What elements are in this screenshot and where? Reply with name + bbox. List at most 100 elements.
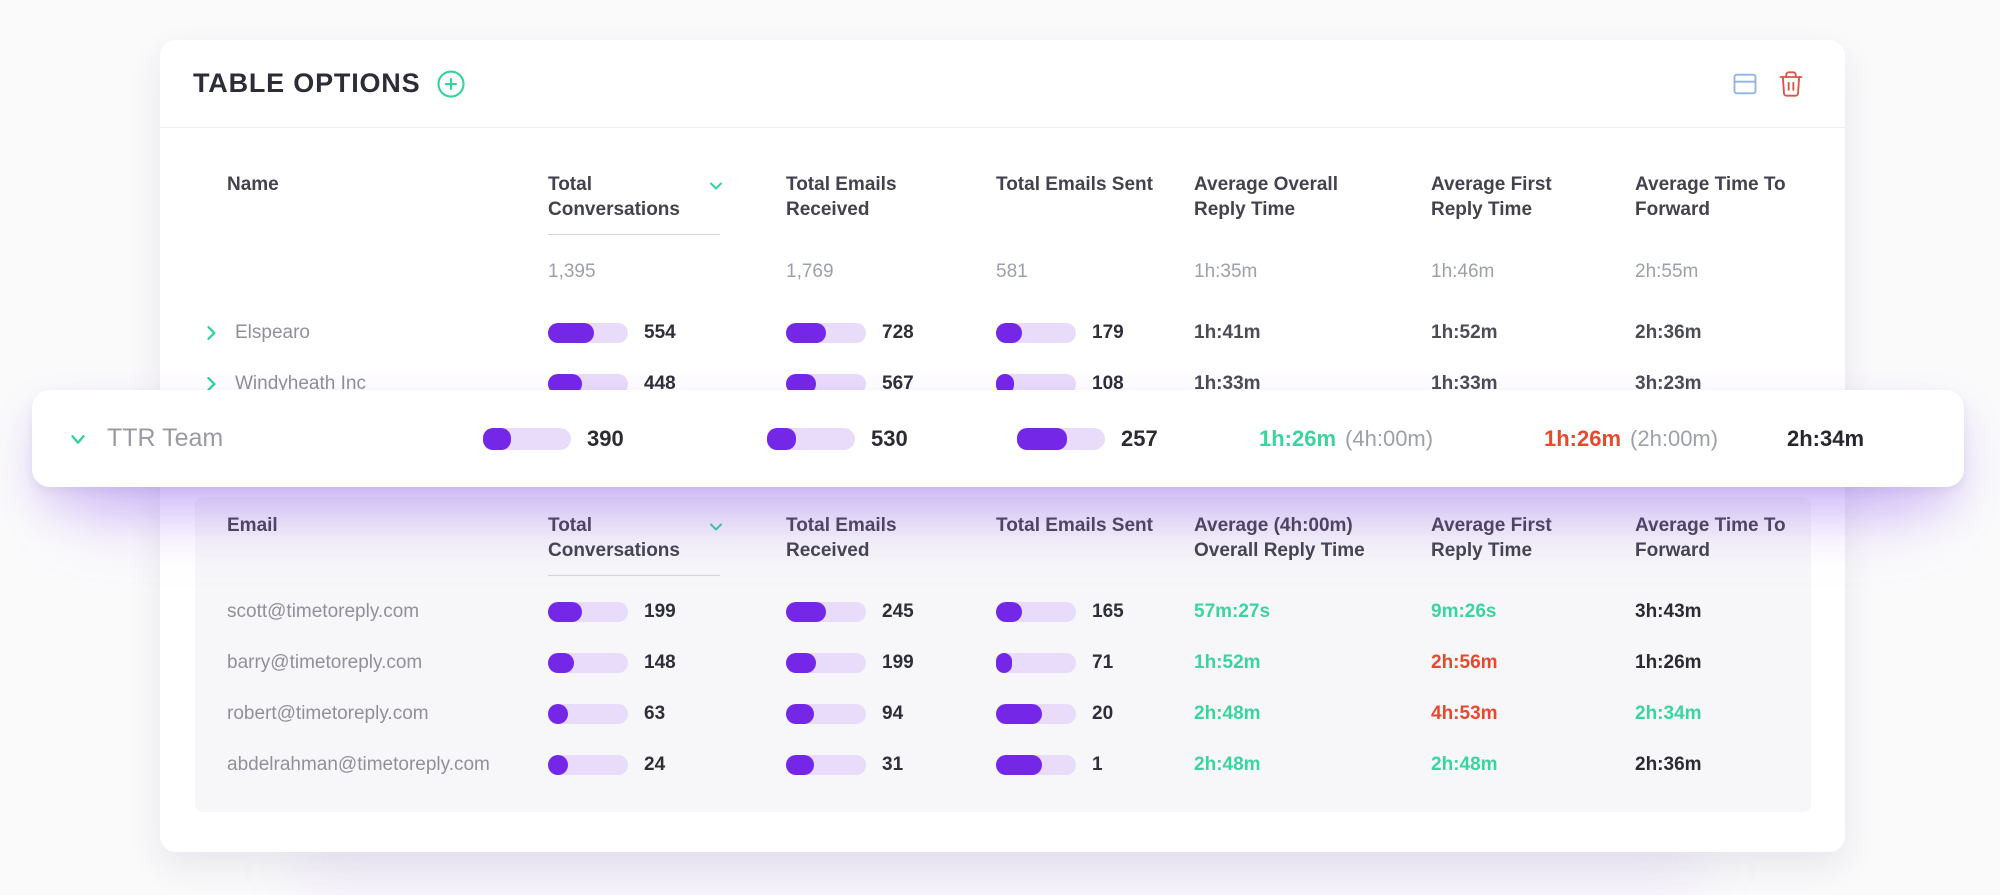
entity-name-cell: Elspearo xyxy=(200,322,548,344)
received-bar xyxy=(767,428,855,450)
summary-avg-first: 1h:46m xyxy=(1431,261,1635,283)
forward-value: 2h:34m xyxy=(1635,703,1811,725)
received-cell: 245 xyxy=(786,601,996,623)
avg-overall-value: 1h:52m xyxy=(1194,652,1431,674)
received-value: 94 xyxy=(882,703,903,725)
avg-first-value: 2h:48m xyxy=(1431,754,1635,776)
received-value: 530 xyxy=(871,426,908,452)
avg-overall-cell: 1h:26m(4h:00m) xyxy=(1259,426,1544,452)
sent-bar xyxy=(996,755,1076,775)
conversations-bar xyxy=(548,704,628,724)
bar-fill xyxy=(548,602,582,622)
sent-cell: 1 xyxy=(996,754,1194,776)
bar-fill xyxy=(786,755,814,775)
team-name: TTR Team xyxy=(107,424,223,453)
conversations-value: 554 xyxy=(644,322,676,344)
sent-cell: 71 xyxy=(996,652,1194,674)
summary-avg-overall: 1h:35m xyxy=(1194,261,1431,283)
bar-fill xyxy=(996,602,1022,622)
collapse-row-button[interactable] xyxy=(67,428,89,450)
main-table: Name Total Conversations Total Emails Re… xyxy=(160,172,1845,409)
sort-conversations[interactable]: Total Conversations xyxy=(548,513,720,576)
conversations-value: 24 xyxy=(644,754,665,776)
avg-first-cell: 1h:26m(2h:00m) xyxy=(1544,426,1787,452)
header-actions xyxy=(1731,70,1805,98)
sub-table-row: barry@timetoreply.com 148 199 71 1h:52m xyxy=(200,637,1811,688)
conversations-bar xyxy=(548,755,628,775)
sent-bar xyxy=(1017,428,1105,450)
conversations-value: 148 xyxy=(644,652,676,674)
col-head-received: Total Emails Received xyxy=(786,172,958,222)
received-cell: 199 xyxy=(786,652,996,674)
sub-table-rows: scott@timetoreply.com 199 245 165 57m:27… xyxy=(200,586,1811,790)
add-table-option-button[interactable] xyxy=(436,69,466,99)
conversations-cell: 199 xyxy=(548,601,786,623)
col-head-avg-overall: Average (4h:00m) Overall Reply Time xyxy=(1194,513,1372,563)
col-head-email: Email xyxy=(200,513,372,538)
col-head-forward: Average Time To Forward xyxy=(1635,172,1807,222)
col-head-avg-overall: Average Overall Reply Time xyxy=(1194,172,1366,222)
bar-fill xyxy=(548,323,594,343)
avg-first-value: 9m:26s xyxy=(1431,601,1635,623)
summary-received: 1,769 xyxy=(786,261,996,283)
sort-conversations[interactable]: Total Conversations xyxy=(548,172,720,235)
chevron-down-icon xyxy=(706,517,726,537)
main-table-header: Name Total Conversations Total Emails Re… xyxy=(200,172,1810,283)
title-row: TABLE OPTIONS xyxy=(193,68,466,99)
expand-row-button[interactable] xyxy=(200,322,222,344)
summary-sent: 581 xyxy=(996,261,1194,283)
card-header: TABLE OPTIONS xyxy=(160,40,1845,128)
page: TABLE OPTIONS Name Total C xyxy=(0,0,2000,895)
page-title: TABLE OPTIONS xyxy=(193,68,420,99)
avg-overall-value: 2h:48m xyxy=(1194,703,1431,725)
col-head-forward: Average Time To Forward xyxy=(1635,513,1807,563)
chevron-down-icon xyxy=(706,176,726,196)
bar-fill xyxy=(767,428,796,450)
col-head-conversations: Total Conversations xyxy=(548,513,720,576)
received-bar xyxy=(786,704,866,724)
sent-value: 165 xyxy=(1092,601,1124,623)
email-label: robert@timetoreply.com xyxy=(200,703,548,725)
received-value: 31 xyxy=(882,754,903,776)
delete-table-button[interactable] xyxy=(1777,70,1805,98)
sent-bar xyxy=(996,323,1076,343)
col-head-avg-first: Average First Reply Time xyxy=(1431,172,1603,222)
sent-value: 179 xyxy=(1092,322,1124,344)
forward-value: 2h:36m xyxy=(1635,322,1810,344)
bar-fill xyxy=(786,323,826,343)
avg-overall-value: 1h:26m xyxy=(1259,426,1336,451)
avg-first-target: (2h:00m) xyxy=(1630,426,1718,451)
conversations-cell: 24 xyxy=(548,754,786,776)
conversations-value: 199 xyxy=(644,601,676,623)
bar-fill xyxy=(996,323,1022,343)
forward-value: 2h:36m xyxy=(1635,754,1811,776)
forward-value: 1h:26m xyxy=(1635,652,1811,674)
avg-overall-value: 57m:27s xyxy=(1194,601,1431,623)
sub-table-row: scott@timetoreply.com 199 245 165 57m:27… xyxy=(200,586,1811,637)
sub-table-header: Email Total Conversations Total Emails R… xyxy=(200,513,1811,576)
received-value: 728 xyxy=(882,322,914,344)
sent-value: 71 xyxy=(1092,652,1113,674)
received-bar xyxy=(786,323,866,343)
conversations-bar xyxy=(548,323,628,343)
chevron-right-icon xyxy=(201,323,221,343)
sent-bar xyxy=(996,653,1076,673)
received-bar xyxy=(786,602,866,622)
forward-value: 2h:34m xyxy=(1787,426,1924,452)
col-head-received: Total Emails Received xyxy=(786,513,958,563)
sent-cell: 20 xyxy=(996,703,1194,725)
summary-conversations: 1,395 xyxy=(548,261,786,283)
table-layout-button[interactable] xyxy=(1731,70,1759,98)
col-head-sent: Total Emails Sent xyxy=(996,513,1168,538)
bar-fill xyxy=(996,704,1042,724)
entity-name: Elspearo xyxy=(235,322,310,344)
summary-forward: 2h:55m xyxy=(1635,261,1810,283)
chevron-down-icon xyxy=(67,427,89,451)
bar-fill xyxy=(786,704,814,724)
table-row: Elspearo 554 728 179 1h:41m xyxy=(200,307,1810,358)
forward-value: 3h:43m xyxy=(1635,601,1811,623)
conversations-cell: 390 xyxy=(483,426,767,452)
team-row[interactable]: TTR Team 390 530 257 1h:26m(4h:00m) 1h:2… xyxy=(32,390,1964,487)
bar-fill xyxy=(548,755,568,775)
col-head-avg-first: Average First Reply Time xyxy=(1431,513,1603,563)
